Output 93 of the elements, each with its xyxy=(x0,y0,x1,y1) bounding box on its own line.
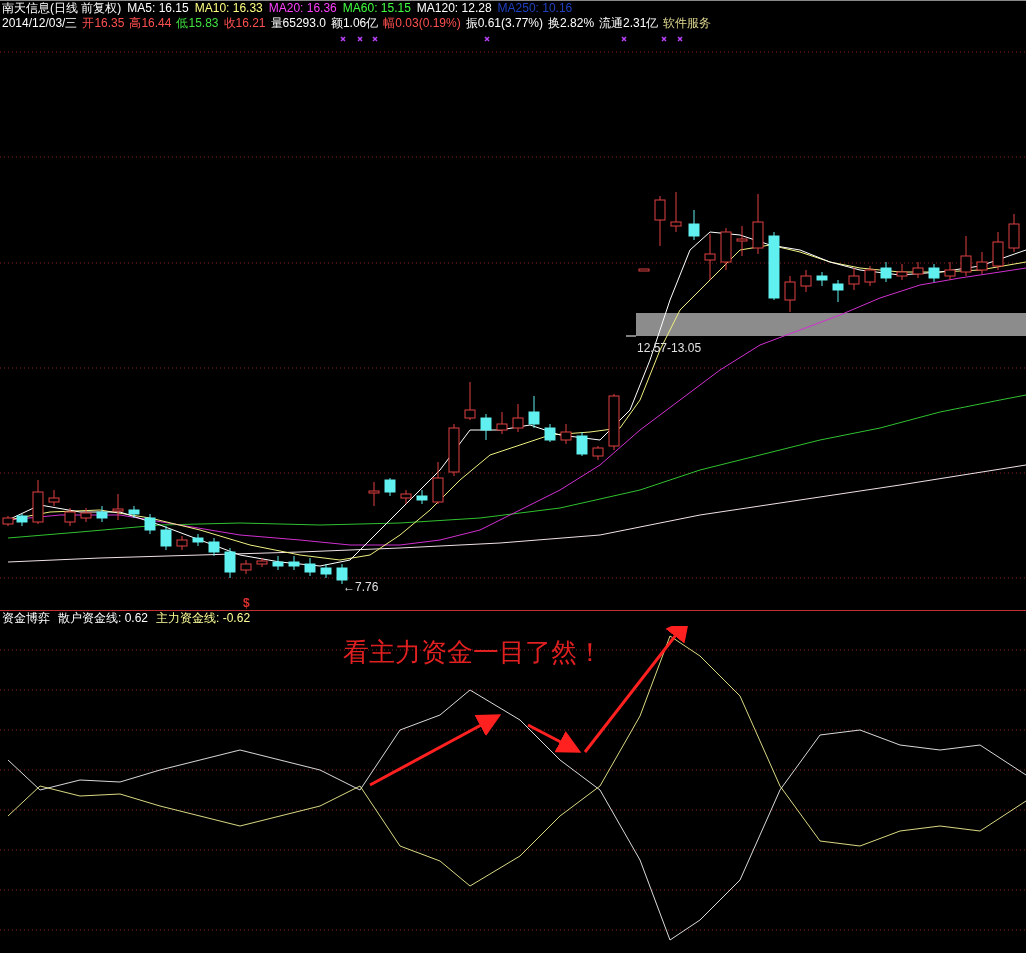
cross-marker-icon xyxy=(357,36,363,42)
candlestick xyxy=(80,507,92,523)
candlestick xyxy=(128,505,140,519)
candlestick xyxy=(752,193,764,255)
candlestick xyxy=(560,423,572,445)
cross-marker-icon xyxy=(340,36,346,42)
candlestick xyxy=(48,489,60,507)
candlestick xyxy=(832,279,844,303)
candlestick xyxy=(224,547,236,579)
candlestick xyxy=(496,411,508,435)
cross-marker-icon xyxy=(484,36,490,42)
candlestick xyxy=(880,261,892,283)
candlestick xyxy=(544,423,556,443)
candlestick xyxy=(208,537,220,557)
candlestick xyxy=(256,557,268,568)
candlestick xyxy=(816,271,828,287)
candlestick xyxy=(736,225,748,257)
candlestick xyxy=(16,513,28,527)
price-tick-line xyxy=(625,335,637,337)
candlestick xyxy=(144,513,156,535)
candlestick xyxy=(528,395,540,429)
moving-average-value: MA120: 12.28 xyxy=(416,1,492,16)
moving-average-value: MA60: 15.15 xyxy=(342,1,411,16)
candlestick xyxy=(912,261,924,279)
quote-value: 换2.82% xyxy=(548,16,595,31)
candlestick xyxy=(800,269,812,293)
quote-value: 流通2.31亿 xyxy=(599,16,659,31)
quote-value: 开16.35 xyxy=(82,16,125,31)
cross-marker-icon xyxy=(621,36,627,42)
candlestick xyxy=(992,231,1004,271)
candlestick xyxy=(896,263,908,281)
candlestick xyxy=(768,231,780,301)
quote-date: 2014/12/03/三 xyxy=(2,16,78,31)
candlestick xyxy=(864,265,876,287)
candlestick xyxy=(464,381,476,421)
stock-title: 南天信息(日线 前复权) xyxy=(2,1,122,16)
candlestick xyxy=(928,263,940,283)
candlestick xyxy=(1008,213,1020,253)
candlestick xyxy=(32,479,44,525)
moving-average-value: MA5: 16.15 xyxy=(127,1,189,16)
candlestick xyxy=(272,555,284,571)
indicator-value: 主力资金线: -0.62 xyxy=(156,611,251,626)
candlestick xyxy=(160,525,172,551)
moving-average-value: MA250: 10.16 xyxy=(497,1,573,16)
indicator-title: 资金博弈 xyxy=(2,611,50,626)
candlestick xyxy=(96,505,108,523)
candlestick xyxy=(384,477,396,497)
candlestick xyxy=(976,251,988,275)
candlestick xyxy=(432,461,444,505)
candlestick xyxy=(848,267,860,291)
moving-average-value: MA20: 16.36 xyxy=(268,1,337,16)
candlestick xyxy=(512,403,524,433)
indicator-value: 散户资金线: 0.62 xyxy=(58,611,149,626)
candlestick xyxy=(592,445,604,461)
candlestick xyxy=(638,268,650,272)
candlestick xyxy=(654,195,666,247)
cross-marker-icon xyxy=(372,36,378,42)
sector-label: 软件服务 xyxy=(663,16,712,31)
quote-value: 收16.21 xyxy=(223,16,266,31)
candlestick xyxy=(112,493,124,521)
candlestick xyxy=(784,275,796,313)
cross-marker-icon xyxy=(661,36,667,42)
candlestick xyxy=(304,557,316,577)
quote-value: 高16.44 xyxy=(129,16,172,31)
candlestick xyxy=(400,489,412,505)
candlestick xyxy=(480,413,492,441)
quote-value: 额1.06亿 xyxy=(330,16,379,31)
candlestick xyxy=(608,393,620,451)
candlestick xyxy=(576,431,588,457)
cross-marker-icon xyxy=(677,36,683,42)
candlestick xyxy=(192,533,204,547)
moving-average-value: MA10: 16.33 xyxy=(194,1,263,16)
quote-value: 低15.83 xyxy=(176,16,219,31)
candlestick xyxy=(64,507,76,527)
candlestick xyxy=(704,233,716,281)
candlestick xyxy=(288,555,300,571)
low-price-label: ←7.76 xyxy=(343,580,379,594)
candlestick xyxy=(960,235,972,277)
candlestick xyxy=(688,209,700,241)
candlestick xyxy=(416,489,428,505)
candlestick xyxy=(320,563,332,579)
candlestick xyxy=(240,559,252,575)
quote-value: 振0.61(3.77%) xyxy=(465,16,544,31)
quote-value: 量65293.0 xyxy=(270,16,326,31)
quote-value: 幅0.03(0.19%) xyxy=(383,16,461,31)
candlestick xyxy=(448,423,460,477)
candlestick xyxy=(176,535,188,551)
annotation-text: 看主力资金一目了然！ xyxy=(343,638,603,668)
signal-mark: $ xyxy=(243,596,250,610)
candlestick xyxy=(720,227,732,271)
candlestick xyxy=(670,191,682,233)
candlestick xyxy=(944,261,956,281)
candlestick xyxy=(368,481,380,507)
